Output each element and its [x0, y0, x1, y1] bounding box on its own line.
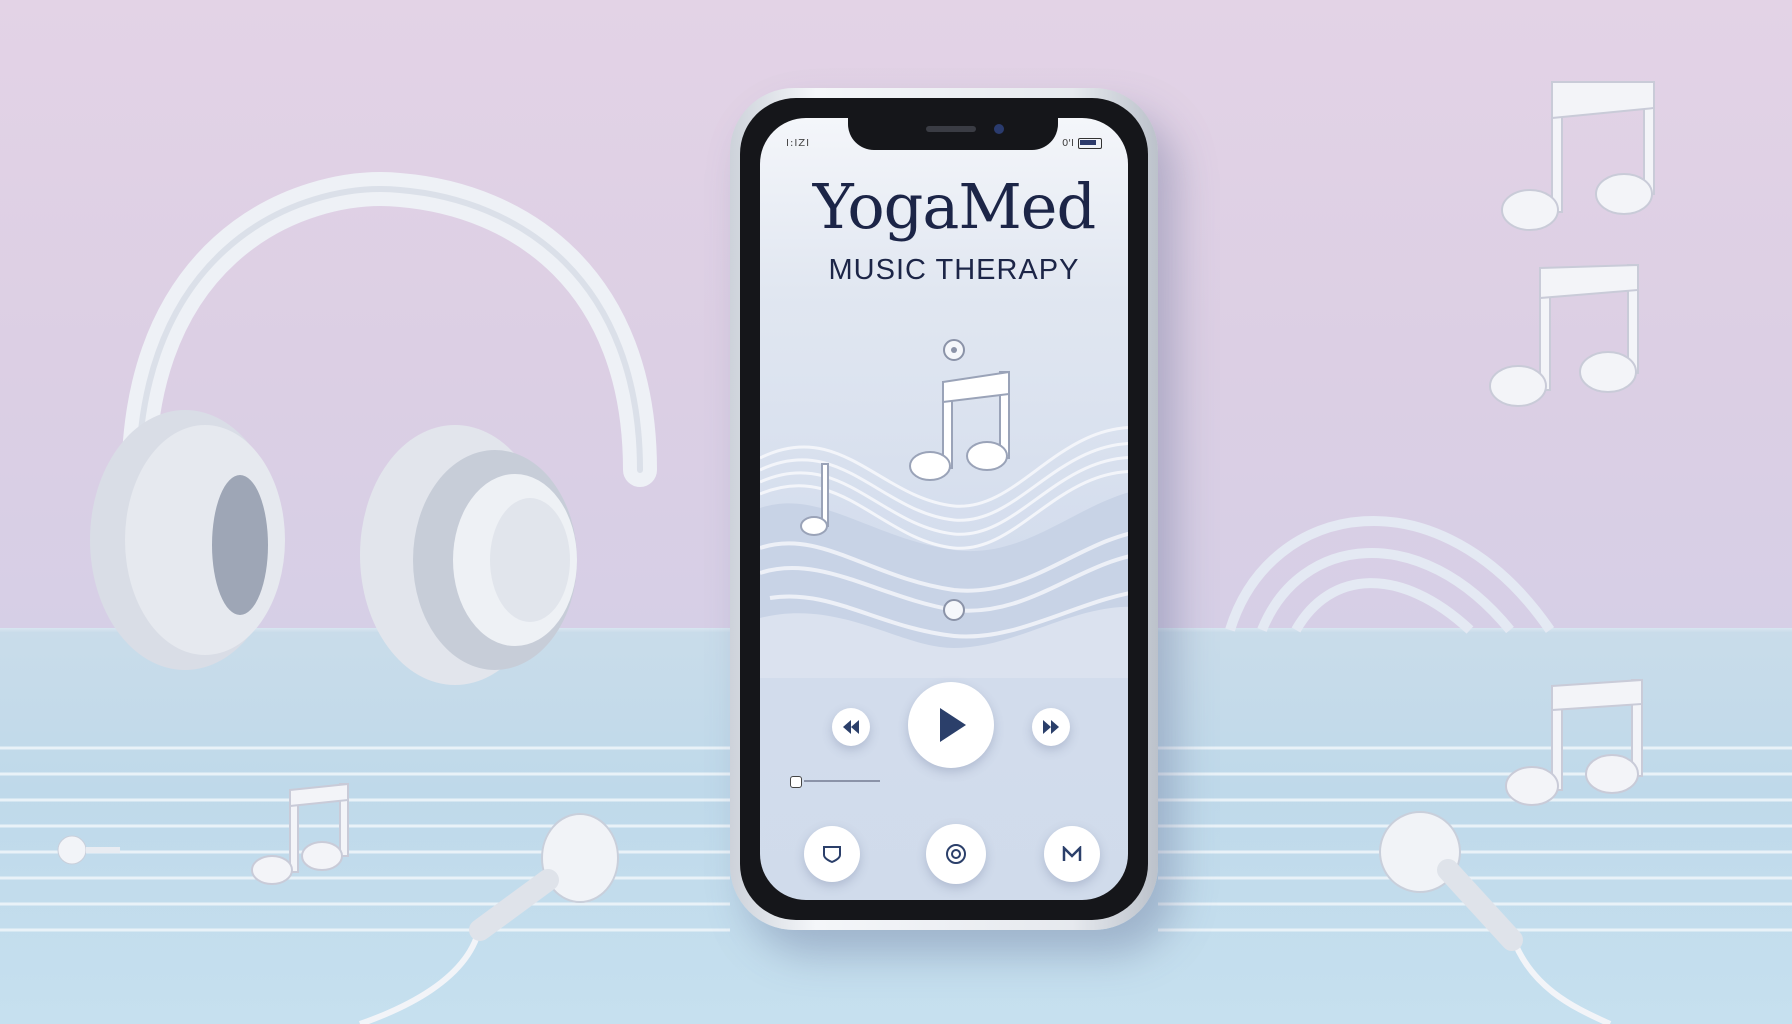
earbud-left-icon [359, 813, 619, 1024]
target-icon [946, 844, 966, 864]
speaker-grille [926, 126, 976, 132]
music-note-icon [1489, 263, 1639, 407]
play-button[interactable] [908, 682, 994, 768]
scene: I:IZI 0'I YogaMed MUSIC THERAPY [0, 0, 1792, 1024]
camera-icon [994, 124, 1004, 134]
status-indicators: 0'I [1062, 138, 1102, 149]
progress-knob[interactable] [790, 776, 802, 788]
music-note-icon [1505, 678, 1643, 806]
dot-icon [943, 599, 965, 621]
headphones-icon [90, 172, 657, 685]
progress-track [804, 780, 880, 782]
music-note-icon [909, 370, 1010, 481]
status-signal: 0'I [1061, 138, 1074, 149]
phone-bezel: I:IZI 0'I YogaMed MUSIC THERAPY [740, 98, 1148, 920]
app-brand-title: YogaMed [812, 170, 1096, 243]
target-button[interactable] [926, 824, 986, 884]
cable-plug-icon [57, 835, 120, 865]
smartphone: I:IZI 0'I YogaMed MUSIC THERAPY [730, 88, 1158, 930]
bottom-actions [760, 818, 1128, 888]
battery-icon [1078, 138, 1102, 149]
music-note-icon [1501, 81, 1655, 231]
notch [848, 118, 1058, 150]
wave-sculpture [1225, 515, 1555, 634]
fast-forward-icon [1043, 720, 1059, 734]
m-icon [1062, 846, 1082, 861]
playback-controls [760, 678, 1128, 788]
rewind-icon [843, 720, 859, 734]
earbud-right-icon [1379, 811, 1612, 1024]
shield-button[interactable] [804, 826, 860, 882]
shield-icon [823, 846, 841, 863]
app-screen: I:IZI 0'I YogaMed MUSIC THERAPY [760, 118, 1128, 900]
previous-button[interactable] [832, 708, 870, 746]
status-time: I:IZI [786, 138, 811, 149]
m-button[interactable] [1044, 826, 1100, 882]
app-tagline: MUSIC THERAPY [828, 254, 1080, 286]
next-button[interactable] [1032, 708, 1070, 746]
play-icon [940, 708, 966, 742]
wave-artwork [760, 339, 1128, 678]
progress-slider[interactable] [790, 774, 880, 788]
